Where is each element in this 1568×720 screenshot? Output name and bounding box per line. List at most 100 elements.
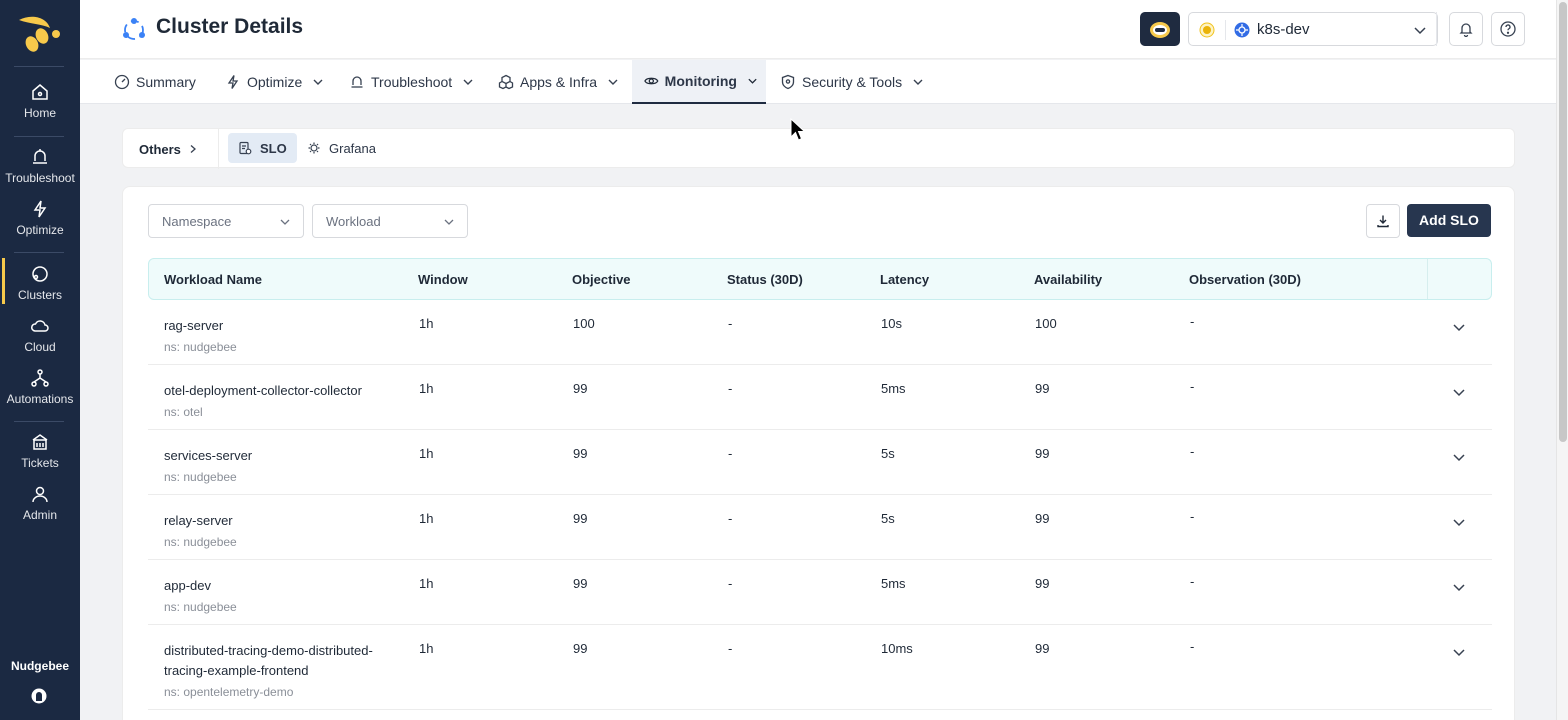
- tab-label: Optimize: [247, 74, 303, 90]
- tab-label: Monitoring: [664, 73, 737, 89]
- workload-cell: app-dev ns: nudgebee: [164, 576, 394, 617]
- cluster-tabs: Summary Optimize Troubleshoot Apps & Inf…: [80, 60, 1556, 104]
- sidebar-divider: [14, 252, 64, 253]
- help-icon: [1500, 21, 1516, 37]
- subtab-slo[interactable]: SLO: [228, 133, 297, 163]
- page-scrollbar[interactable]: [1556, 0, 1568, 720]
- workload-cell: rag-server ns: nudgebee: [164, 316, 394, 357]
- window-cell: 1h: [419, 576, 434, 591]
- chevron-down-icon: [748, 78, 757, 84]
- workload-cell: otel-deployment-collector-collector ns: o…: [164, 381, 394, 422]
- workload-name: rag-server: [164, 318, 224, 333]
- expand-chevron-icon[interactable]: [1452, 385, 1466, 399]
- column-header[interactable]: Window: [418, 272, 468, 287]
- subtab-grafana[interactable]: Grafana: [297, 133, 386, 163]
- tab-summary[interactable]: Summary: [106, 60, 204, 104]
- chevron-down-icon: [463, 79, 473, 85]
- table-row[interactable]: otel-deployment-collector-collector ns: o…: [148, 365, 1492, 430]
- sidebar-item-admin[interactable]: Admin: [0, 484, 80, 522]
- nudgebee-logo-icon[interactable]: [16, 12, 64, 56]
- gauge-icon: [114, 74, 130, 90]
- namespace-filter[interactable]: Namespace: [148, 204, 304, 238]
- expand-chevron-icon[interactable]: [1452, 450, 1466, 464]
- column-header[interactable]: Workload Name: [164, 272, 262, 287]
- cluster-icon: [123, 18, 145, 40]
- help-button[interactable]: [1491, 12, 1525, 46]
- sidebar-item-label: Automations: [6, 392, 74, 406]
- tab-monitoring[interactable]: Monitoring: [632, 60, 766, 104]
- workload-namespace: ns: nudgebee: [164, 600, 237, 614]
- automations-icon: [31, 369, 49, 387]
- column-header[interactable]: Status (30D): [727, 272, 803, 287]
- download-button[interactable]: [1366, 204, 1400, 238]
- notifications-button[interactable]: [1449, 12, 1483, 46]
- sidebar-item-troubleshoot[interactable]: Troubleshoot: [0, 147, 80, 185]
- status-cell: -: [728, 381, 733, 396]
- sidebar-item-automations[interactable]: Automations: [0, 368, 80, 406]
- table-row[interactable]: services-server ns: nudgebee 1h 99 - 5s 99 -: [148, 430, 1492, 495]
- eye-icon: [644, 77, 659, 85]
- cluster-selector[interactable]: k8s-dev: [1188, 12, 1438, 46]
- sidebar-item-optimize[interactable]: Optimize: [0, 199, 80, 237]
- sidebar-divider: [14, 421, 64, 422]
- workload-namespace: ns: nudgebee: [164, 470, 237, 484]
- sidebar-item-label: Admin: [22, 508, 57, 522]
- availability-cell: 100: [1035, 316, 1057, 331]
- expand-chevron-icon[interactable]: [1452, 515, 1466, 529]
- slo-card: Namespace Workload Add SLO Workload Name…: [122, 186, 1515, 720]
- chevron-down-icon: [1414, 27, 1426, 35]
- sidebar-divider: [14, 136, 64, 137]
- table-row[interactable]: app-dev ns: nudgebee 1h 99 - 5ms 99 -: [148, 560, 1492, 625]
- scrollbar-thumb[interactable]: [1559, 2, 1567, 442]
- user-avatar-icon[interactable]: [31, 688, 47, 704]
- tab-optimize[interactable]: Optimize: [217, 60, 332, 104]
- expand-chevron-icon[interactable]: [1452, 645, 1466, 659]
- window-cell: 1h: [419, 641, 434, 656]
- home-icon: [32, 84, 48, 100]
- tab-label: Security & Tools: [802, 74, 903, 90]
- tab-security-tools[interactable]: Security & Tools: [772, 60, 932, 104]
- chevron-down-icon: [913, 79, 923, 85]
- sidebar-item-label: Home: [23, 106, 56, 120]
- status-cell: -: [728, 446, 733, 461]
- status-dot-icon: [1199, 22, 1215, 38]
- table-row[interactable]: relay-server ns: nudgebee 1h 99 - 5s 99 -: [148, 495, 1492, 560]
- namespace-filter-placeholder: Namespace: [162, 214, 232, 229]
- latency-cell: 5ms: [881, 576, 906, 591]
- workload-filter[interactable]: Workload: [312, 204, 468, 238]
- table-row[interactable]: rag-server ns: nudgebee 1h 100 - 10s 100 -: [148, 300, 1492, 365]
- sidebar-item-label: Clusters: [17, 288, 62, 302]
- bolt-icon: [227, 75, 239, 89]
- sidebar-item-cloud[interactable]: Cloud: [0, 316, 80, 354]
- sidebar-divider: [14, 66, 64, 67]
- chevron-right-icon[interactable]: [188, 144, 198, 154]
- workload-cell: distributed-tracing-demo-distributed-tra…: [164, 641, 394, 702]
- observation-cell: -: [1190, 314, 1195, 329]
- window-cell: 1h: [419, 511, 434, 526]
- objective-cell: 99: [573, 381, 588, 396]
- sidebar-item-clusters[interactable]: Clusters: [0, 258, 80, 304]
- chevron-down-icon: [280, 219, 290, 225]
- document-chart-icon: [239, 141, 252, 155]
- ai-assistant-button[interactable]: [1140, 12, 1180, 46]
- add-slo-button[interactable]: Add SLO: [1407, 204, 1491, 237]
- sidebar-item-home[interactable]: Home: [0, 82, 80, 120]
- expand-chevron-icon[interactable]: [1452, 320, 1466, 334]
- troubleshoot-icon: [351, 76, 363, 88]
- column-header[interactable]: Latency: [880, 272, 929, 287]
- workload-namespace: ns: otel: [164, 405, 203, 419]
- window-cell: 1h: [419, 381, 434, 396]
- column-header[interactable]: Objective: [572, 272, 631, 287]
- others-menu[interactable]: Others: [139, 142, 181, 157]
- sidebar-item-tickets[interactable]: Tickets: [0, 432, 80, 470]
- tab-apps-infra[interactable]: Apps & Infra: [490, 60, 627, 104]
- tab-troubleshoot[interactable]: Troubleshoot: [341, 60, 482, 104]
- cloud-icon: [31, 320, 49, 332]
- table-row[interactable]: distributed-tracing-demo-distributed-tra…: [148, 625, 1492, 710]
- clusters-icon: [32, 266, 48, 282]
- chevron-down-icon: [313, 79, 323, 85]
- column-header[interactable]: Observation (30D): [1189, 272, 1301, 287]
- workload-name: services-server: [164, 448, 253, 463]
- expand-chevron-icon[interactable]: [1452, 580, 1466, 594]
- column-header[interactable]: Availability: [1034, 272, 1102, 287]
